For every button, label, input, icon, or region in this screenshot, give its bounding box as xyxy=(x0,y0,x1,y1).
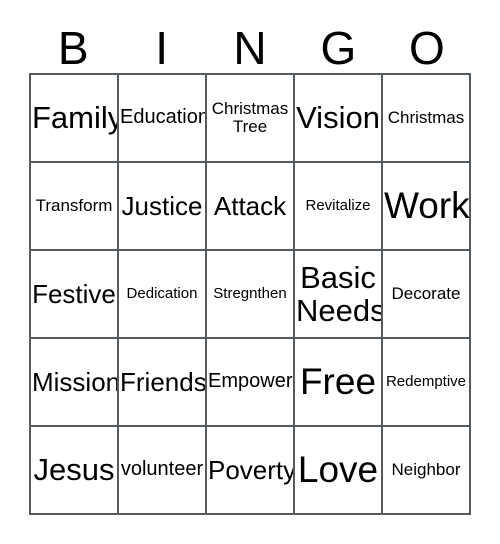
bingo-cell[interactable]: Vision xyxy=(295,75,383,163)
bingo-cell[interactable]: Love xyxy=(295,427,383,515)
bingo-grid: Family Education Christmas Tree Vision Chris… xyxy=(29,73,471,515)
bingo-card: B I N GO Family Education Christmas Tree Visio… xyxy=(0,0,500,544)
bingo-free-space[interactable]: Free xyxy=(295,339,383,427)
bingo-cell[interactable]: Basic Needs xyxy=(295,251,383,339)
bingo-cell[interactable]: Festive xyxy=(31,251,119,339)
bingo-cell[interactable]: volunteer xyxy=(119,427,207,515)
bingo-cell-label: Vision xyxy=(296,100,380,136)
bingo-cell-label: Basic Needs xyxy=(296,259,383,328)
bingo-cell-label: volunteer xyxy=(120,458,204,481)
bingo-cell-label: Friends xyxy=(120,366,207,397)
bingo-header-letter-n: N xyxy=(233,22,267,74)
bingo-header-letter-o: O xyxy=(408,22,445,74)
bingo-cell-label: Poverty xyxy=(208,454,295,485)
bingo-cell[interactable]: Justice xyxy=(119,163,207,251)
bingo-cell-label: Decorate xyxy=(391,283,461,303)
bingo-cell-label: Free xyxy=(299,361,377,403)
bingo-cell-label: Family xyxy=(32,100,119,136)
bingo-cell-label: Dedication xyxy=(126,284,198,302)
bingo-cell[interactable]: Revitalize xyxy=(295,163,383,251)
bingo-cell[interactable]: Transform xyxy=(31,163,119,251)
bingo-header-row: B I N GO xyxy=(29,16,471,73)
bingo-cell-label: Attack xyxy=(213,190,287,221)
bingo-cell[interactable]: Poverty xyxy=(207,427,295,515)
bingo-cell-label: Work xyxy=(384,185,470,227)
bingo-cell-label: Mission xyxy=(32,366,119,397)
bingo-cell-label: Christmas xyxy=(387,107,465,127)
bingo-cell-label: Revitalize xyxy=(305,196,371,214)
bingo-cell[interactable]: Decorate xyxy=(383,251,471,339)
bingo-cell[interactable]: Work xyxy=(383,163,471,251)
bingo-cell[interactable]: Education xyxy=(119,75,207,163)
bingo-cell-label: Empower xyxy=(208,370,293,393)
bingo-cell-label: Stregnthen xyxy=(213,284,287,302)
bingo-cell[interactable]: Attack xyxy=(207,163,295,251)
bingo-cell-label: Neighbor xyxy=(391,459,461,479)
bingo-cell[interactable]: Redemptive xyxy=(383,339,471,427)
bingo-cell-label: Justice xyxy=(121,190,203,221)
bingo-cell-label: Festive xyxy=(32,278,116,309)
bingo-cell[interactable]: Family xyxy=(31,75,119,163)
bingo-cell-label: Transform xyxy=(35,195,113,215)
bingo-cell[interactable]: Empower xyxy=(207,339,295,427)
bingo-cell-label: Redemptive xyxy=(385,372,467,390)
bingo-cell[interactable]: Neighbor xyxy=(383,427,471,515)
bingo-header-letter-b: B xyxy=(57,22,89,74)
bingo-cell[interactable]: Jesus xyxy=(31,427,119,515)
bingo-cell[interactable]: Mission xyxy=(31,339,119,427)
bingo-cell-label: Love xyxy=(297,449,379,491)
bingo-cell-label: Christmas Tree xyxy=(211,98,289,136)
bingo-cell[interactable]: Stregnthen xyxy=(207,251,295,339)
bingo-header-letter-g: G xyxy=(320,22,357,74)
bingo-cell[interactable]: Christmas Tree xyxy=(207,75,295,163)
bingo-cell-label: Education xyxy=(120,106,207,129)
bingo-cell[interactable]: Friends xyxy=(119,339,207,427)
bingo-header-letter-i: I xyxy=(155,22,168,74)
bingo-cell[interactable]: Dedication xyxy=(119,251,207,339)
bingo-cell[interactable]: Christmas xyxy=(383,75,471,163)
bingo-cell-label: Jesus xyxy=(33,452,115,488)
